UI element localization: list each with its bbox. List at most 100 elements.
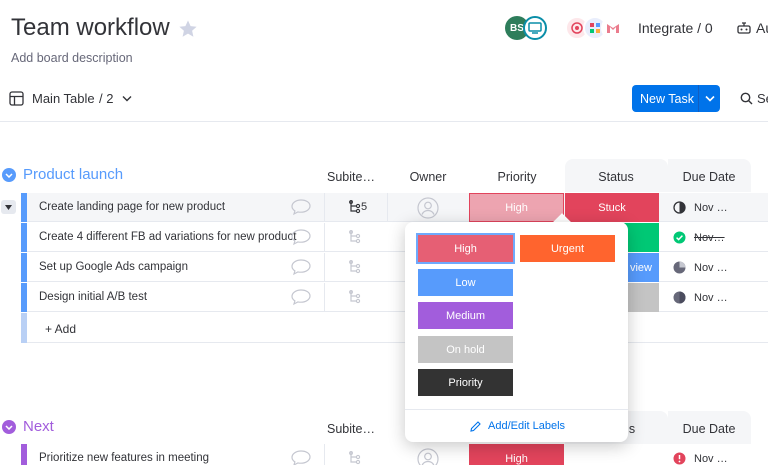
cell-divider xyxy=(387,193,388,222)
row-expand-toggle[interactable] xyxy=(1,200,16,214)
chevron-down-icon[interactable] xyxy=(122,95,132,102)
table-row[interactable]: Create landing page for new product 5 Hi… xyxy=(21,193,768,222)
table-row[interactable]: Set up Google Ads campaign view Nov … xyxy=(21,253,768,282)
subitems-count: 5 xyxy=(361,201,368,213)
cell-divider xyxy=(324,193,325,222)
due-date-cell[interactable]: Nov … xyxy=(673,452,728,465)
comment-icon[interactable] xyxy=(290,198,312,216)
pencil-icon xyxy=(470,420,481,432)
comment-icon[interactable] xyxy=(290,228,312,246)
table-icon[interactable] xyxy=(9,91,24,106)
view-count[interactable]: / 2 xyxy=(99,91,113,106)
due-date-value: Nov … xyxy=(694,291,728,304)
due-date-value: Nov … xyxy=(694,261,728,274)
item-name[interactable]: Design initial A/B test xyxy=(39,291,147,303)
subitems-icon[interactable] xyxy=(348,451,361,465)
search-icon[interactable] xyxy=(740,92,753,105)
caret-down-icon xyxy=(5,204,12,210)
priority-cell[interactable]: High xyxy=(469,193,564,222)
priority-dropdown: High Urgent Low Medium On hold Priority … xyxy=(405,222,628,442)
item-name[interactable]: Set up Google Ads campaign xyxy=(39,261,188,273)
row-color-bar xyxy=(21,223,27,252)
column-header-status[interactable]: s xyxy=(627,422,637,436)
subitems-icon[interactable] xyxy=(348,290,361,304)
cell-divider xyxy=(324,253,325,282)
search-button[interactable]: Se xyxy=(757,91,768,106)
column-header-subitems[interactable]: Subite… xyxy=(326,422,376,436)
table-row[interactable]: Prioritize new features in meeting High … xyxy=(21,444,768,465)
chevron-down-icon xyxy=(704,95,715,102)
row-color-bar xyxy=(21,313,27,343)
half-circle-icon xyxy=(673,201,686,214)
priority-option-low[interactable]: Low xyxy=(418,269,513,296)
item-name[interactable]: Create 4 different FB ad variations for … xyxy=(39,231,296,243)
integrations-icons[interactable] xyxy=(565,16,625,42)
automate-button[interactable]: Au xyxy=(756,20,768,36)
add-edit-labels-label: Add/Edit Labels xyxy=(488,420,566,432)
doc-avatar-icon[interactable] xyxy=(523,16,547,40)
cell-divider xyxy=(324,223,325,252)
group-collapse-chevron-icon[interactable] xyxy=(2,168,16,182)
item-name[interactable]: Create landing page for new product xyxy=(39,201,225,213)
dropdown-divider xyxy=(405,409,628,410)
row-color-bar xyxy=(21,283,27,312)
board-title[interactable]: Team workflow xyxy=(11,14,170,42)
due-date-cell[interactable]: Nov … xyxy=(673,261,728,274)
star-icon[interactable] xyxy=(178,19,198,39)
group-collapse-chevron-icon[interactable] xyxy=(2,420,16,434)
priority-cell[interactable]: High xyxy=(469,444,564,465)
group-title[interactable]: Next xyxy=(23,418,54,435)
item-name[interactable]: Prioritize new features in meeting xyxy=(39,452,209,464)
table-row[interactable]: Create 4 different FB ad variations for … xyxy=(21,223,768,252)
status-cell[interactable]: Stuck xyxy=(565,193,659,222)
comment-icon[interactable] xyxy=(290,288,312,306)
column-header-subitems[interactable]: Subite… xyxy=(326,170,376,184)
due-date-cell[interactable]: Nov … xyxy=(673,201,728,214)
group-title[interactable]: Product launch xyxy=(23,166,123,183)
add-item-button[interactable]: + Add xyxy=(45,322,76,336)
column-header-owner[interactable]: Owner xyxy=(398,170,458,184)
due-date-value: Nov… xyxy=(694,231,725,244)
cell-divider xyxy=(324,283,325,312)
new-task-dropdown[interactable] xyxy=(699,95,720,102)
button-divider xyxy=(698,85,699,112)
due-date-cell[interactable]: Nov… xyxy=(673,231,725,244)
new-task-label[interactable]: New Task xyxy=(632,92,698,106)
cell-divider xyxy=(324,444,325,465)
person-icon[interactable] xyxy=(417,448,439,465)
priority-option-high[interactable]: High xyxy=(416,233,515,264)
column-header-due-date[interactable]: Due Date xyxy=(672,422,746,436)
integrate-button[interactable]: Integrate / 0 xyxy=(638,20,713,36)
robot-icon[interactable] xyxy=(736,21,752,35)
comment-icon[interactable] xyxy=(290,449,312,465)
due-date-cell[interactable]: Nov … xyxy=(673,291,728,304)
new-task-button[interactable]: New Task xyxy=(632,85,720,112)
avatar-initials: BS xyxy=(510,22,524,34)
main-table-tab[interactable]: Main Table xyxy=(32,91,95,106)
board-description[interactable]: Add board description xyxy=(11,51,133,65)
column-header-status[interactable]: Status xyxy=(575,170,657,184)
pie-progress-icon xyxy=(673,291,686,304)
add-item-row[interactable]: + Add xyxy=(21,313,768,343)
toolbar-divider xyxy=(0,121,768,122)
integration-gmail-icon xyxy=(601,16,625,40)
comment-icon[interactable] xyxy=(290,258,312,276)
subitems-icon[interactable] xyxy=(348,260,361,274)
priority-option-priority[interactable]: Priority xyxy=(418,369,513,396)
row-color-bar xyxy=(21,193,27,222)
priority-option-on-hold[interactable]: On hold xyxy=(418,336,513,363)
person-icon[interactable] xyxy=(417,197,439,219)
pie-progress-icon xyxy=(673,261,686,274)
subitems-icon[interactable] xyxy=(348,230,361,244)
check-circle-icon xyxy=(673,231,686,244)
priority-option-urgent[interactable]: Urgent xyxy=(520,235,615,262)
alert-circle-icon xyxy=(673,452,686,465)
due-date-value: Nov … xyxy=(694,201,728,214)
column-header-due-date[interactable]: Due Date xyxy=(672,170,746,184)
subitems-icon[interactable] xyxy=(348,200,361,214)
table-row[interactable]: Design initial A/B test Nov … xyxy=(21,283,768,312)
add-edit-labels-button[interactable]: Add/Edit Labels xyxy=(470,420,565,432)
row-color-bar xyxy=(21,444,27,465)
column-header-priority[interactable]: Priority xyxy=(478,170,556,184)
priority-option-medium[interactable]: Medium xyxy=(418,302,513,329)
